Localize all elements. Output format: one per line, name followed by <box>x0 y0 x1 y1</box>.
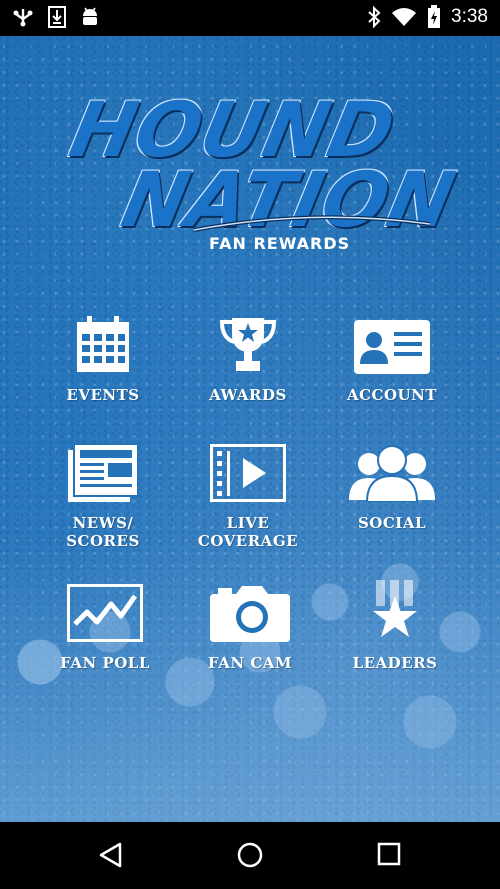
menu-awards-label: AWARDS <box>209 386 287 404</box>
star-bars-icon <box>370 580 420 646</box>
menu-fan-cam[interactable]: FAN CAM <box>185 576 315 672</box>
menu-awards[interactable]: AWARDS <box>183 308 313 404</box>
people-icon <box>347 444 437 506</box>
menu-account[interactable]: ACCOUNT <box>327 308 457 404</box>
id-card-icon <box>354 320 430 378</box>
bluetooth-icon <box>367 6 381 28</box>
trophy-icon <box>218 314 278 378</box>
camera-icon <box>210 584 290 646</box>
menu-news-scores-label: NEWS/ SCORES <box>66 514 140 550</box>
battery-icon <box>427 5 441 29</box>
menu-social-label: SOCIAL <box>357 514 427 532</box>
menu-leaders[interactable]: LEADERS <box>330 576 460 672</box>
status-bar: 3:38 <box>0 0 500 36</box>
video-play-icon <box>210 444 286 506</box>
menu-news-scores[interactable]: NEWS/ SCORES <box>38 436 168 550</box>
android-icon <box>80 6 100 28</box>
recents-icon[interactable] <box>377 842 401 870</box>
usb-icon <box>12 7 34 27</box>
back-icon[interactable] <box>98 842 124 872</box>
menu-social[interactable]: SOCIAL <box>327 436 457 532</box>
menu-account-label: ACCOUNT <box>346 386 438 404</box>
menu-grid: EVENTS AWARDS ACCOUNT NEWS/ SCORES LIVE … <box>0 36 500 822</box>
chart-line-icon <box>67 584 143 646</box>
menu-events[interactable]: EVENTS <box>38 308 168 404</box>
menu-fan-poll-label: FAN POLL <box>60 654 150 672</box>
app-main: HOUND NATION FAN REWARDS EVENTS AWARDS A… <box>0 36 500 822</box>
home-icon[interactable] <box>237 842 263 872</box>
menu-events-label: EVENTS <box>66 386 140 404</box>
wifi-icon <box>391 7 417 27</box>
navigation-bar <box>0 822 500 889</box>
menu-fan-poll[interactable]: FAN POLL <box>40 576 170 672</box>
newspaper-icon <box>68 443 139 506</box>
menu-fan-cam-label: FAN CAM <box>207 654 293 672</box>
download-icon <box>48 6 66 28</box>
menu-live-coverage[interactable]: LIVE COVERAGE <box>183 436 313 550</box>
calendar-icon <box>75 314 131 378</box>
clock: 3:38 <box>451 6 488 27</box>
menu-live-coverage-label: LIVE COVERAGE <box>197 514 299 550</box>
menu-leaders-label: LEADERS <box>352 654 438 672</box>
